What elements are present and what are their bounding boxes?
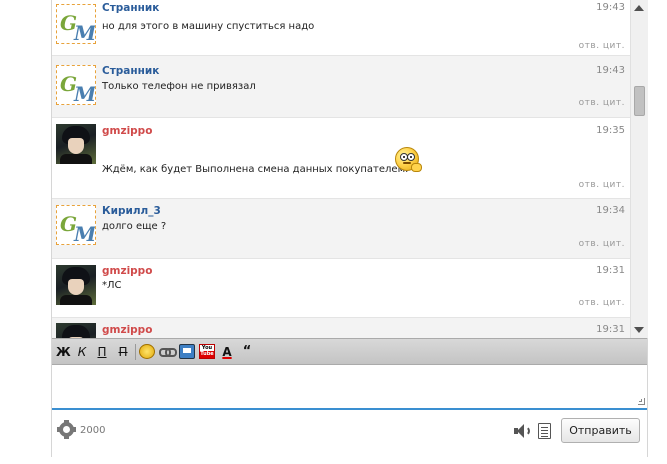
message-author[interactable]: gmzippo	[102, 324, 152, 336]
message-feed: G M Странник 19:43 но для этого в машину…	[52, 0, 630, 338]
message-author[interactable]: Странник	[102, 2, 159, 14]
scroll-down-arrow-icon[interactable]	[634, 327, 644, 333]
italic-button[interactable]: К	[76, 343, 88, 361]
reply-quote-links[interactable]: отв. цит.	[579, 298, 625, 308]
message-text: *ЛС	[102, 280, 122, 291]
avatar[interactable]	[56, 323, 96, 338]
link-icon[interactable]	[159, 344, 177, 359]
avatar[interactable]: G M	[56, 65, 96, 105]
chat-widget: G M Странник 19:43 но для этого в машину…	[51, 0, 648, 457]
message-author[interactable]: Странник	[102, 65, 159, 77]
text-color-button[interactable]: А	[220, 343, 234, 361]
message-time: 19:34	[596, 205, 625, 216]
message-author[interactable]: gmzippo	[102, 265, 152, 277]
message-author[interactable]: gmzippo	[102, 125, 152, 137]
image-icon[interactable]	[179, 344, 195, 359]
message-text: Ждём, как будет Выполнена смена данных п…	[102, 164, 409, 175]
underline-button[interactable]: П	[96, 343, 108, 361]
message-text: Только телефон не привязал	[102, 81, 256, 92]
message-time: 19:31	[596, 265, 625, 276]
quote-button[interactable]: “	[240, 343, 254, 361]
message-time: 19:43	[596, 2, 625, 13]
message-time: 19:31	[596, 324, 625, 335]
message-item: gmzippo 19:35 Ждём, как будет Выполнена …	[52, 118, 630, 199]
message-author[interactable]: Кирилл_3	[102, 205, 161, 217]
reply-quote-links[interactable]: отв. цит.	[579, 180, 625, 190]
resize-grip-icon[interactable]	[638, 398, 645, 405]
message-item: G M Странник 19:43 но для этого в машину…	[52, 0, 630, 56]
message-time: 19:35	[596, 125, 625, 136]
scroll-thumb[interactable]	[634, 86, 645, 116]
strikethrough-button[interactable]: П	[116, 343, 130, 361]
message-text: но для этого в машину спуститься надо	[102, 21, 315, 32]
reply-quote-links[interactable]: отв. цит.	[579, 98, 625, 108]
thinking-emoji-icon	[395, 147, 422, 172]
notes-icon[interactable]	[538, 423, 551, 439]
speaker-icon[interactable]	[514, 423, 530, 439]
avatar[interactable]	[56, 265, 96, 305]
message-item: G M Кирилл_3 19:34 долго еще ? отв. цит.	[52, 199, 630, 259]
message-time: 19:43	[596, 65, 625, 76]
message-text: долго еще ?	[102, 221, 167, 232]
message-item: gmzippo 19:31 *ЛС отв. цит.	[52, 259, 630, 318]
message-item: G M Странник 19:43 Только телефон не при…	[52, 56, 630, 118]
bold-button[interactable]: Ж	[56, 343, 71, 361]
gear-icon[interactable]	[57, 420, 76, 439]
feed-scrollbar[interactable]	[630, 0, 648, 338]
toolbar-divider	[135, 344, 136, 360]
message-input[interactable]	[52, 366, 647, 410]
format-toolbar: Ж К П П You Tube А “	[52, 338, 647, 365]
char-counter: 2000	[80, 425, 106, 436]
chat-footer: 2000 Отправить	[52, 412, 647, 452]
avatar[interactable]: G M	[56, 205, 96, 245]
youtube-icon[interactable]: You Tube	[199, 344, 215, 359]
reply-quote-links[interactable]: отв. цит.	[579, 239, 625, 249]
reply-quote-links[interactable]: отв. цит.	[579, 41, 625, 51]
scroll-up-arrow-icon[interactable]	[634, 5, 644, 11]
avatar[interactable]	[56, 124, 96, 164]
smiley-icon[interactable]	[139, 344, 155, 359]
message-item: gmzippo 19:31	[52, 318, 630, 338]
send-button[interactable]: Отправить	[561, 418, 640, 443]
avatar[interactable]: G M	[56, 4, 96, 44]
